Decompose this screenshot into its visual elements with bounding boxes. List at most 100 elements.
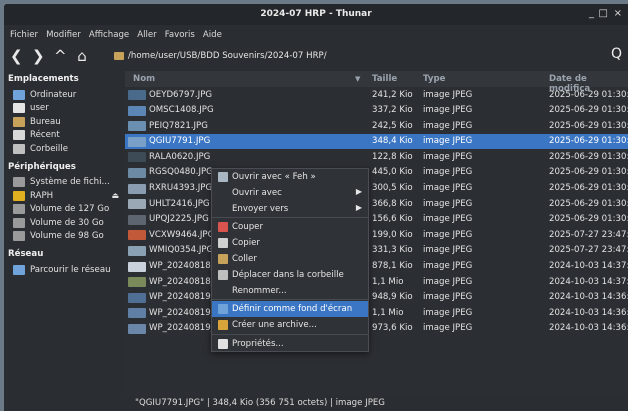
sort-chevron-icon[interactable]: ▼ xyxy=(355,75,360,83)
sidebar-section-title: Réseau xyxy=(8,249,44,259)
sidebar-item[interactable]: RAPH ⏏ xyxy=(4,189,123,203)
table-row[interactable]: RGSQ0480.JPG 445,0 Kio image JPEG 2025-06-2… xyxy=(125,165,628,181)
sidebar-item[interactable]: Volume de 127 Go xyxy=(4,203,123,217)
context-menu-item[interactable]: Couper xyxy=(212,219,368,235)
cell-name: WP_20240818_1 xyxy=(149,261,221,272)
back-button[interactable]: ❮ xyxy=(10,47,23,65)
context-menu-item[interactable]: Créer une archive... xyxy=(212,317,368,333)
cell-type: image JPEG xyxy=(423,105,473,116)
sidebar-item[interactable]: Volume de 98 Go xyxy=(4,230,123,244)
title-bar[interactable]: 2024-07 HRP - Thunar _ □ × xyxy=(4,4,628,25)
sidebar-item[interactable]: user xyxy=(4,102,123,116)
copy-icon xyxy=(218,238,228,249)
cell-type: image JPEG xyxy=(423,229,473,240)
context-menu-item[interactable]: Coller xyxy=(212,251,368,267)
sidebar-item[interactable]: Système de fichi... xyxy=(4,176,123,190)
table-row[interactable]: RXRU4393.JPG 300,5 Kio image JPEG 2025-06-2… xyxy=(125,181,628,197)
cell-type: image JPEG xyxy=(423,323,473,334)
sidebar-item-label: Système de fichi... xyxy=(30,177,110,188)
context-menu-item[interactable]: Ouvrir avec ▶ xyxy=(212,185,368,201)
menu-favoris[interactable]: Favoris xyxy=(165,30,195,40)
cell-date: 2025-06-29 01:30:0 xyxy=(549,120,628,131)
context-menu-item[interactable]: Ouvrir avec « Feh » xyxy=(212,169,368,185)
cell-type: image JPEG xyxy=(423,261,473,272)
table-row[interactable]: WP_20240819_0 948,9 Kio image JPEG 2024-10-… xyxy=(125,290,628,306)
table-row[interactable]: VCXW9464.JPG 199,0 Kio image JPEG 2025-07-2… xyxy=(125,227,628,243)
sidebar-section-title: Emplacements xyxy=(8,74,79,84)
context-menu-label: Définir comme fond d'écran xyxy=(232,304,353,315)
context-menu-item[interactable]: Renommer... xyxy=(212,283,368,299)
cell-size: 337,2 Kio xyxy=(372,105,413,116)
context-menu-label: Ouvrir avec « Feh » xyxy=(232,172,316,182)
table-row[interactable]: OEYD6797.JPG 241,2 Kio image JPEG 2025-06-2… xyxy=(125,87,628,103)
menu-aide[interactable]: Aide xyxy=(203,30,222,40)
table-row[interactable]: RALA0620.JPG 122,8 Kio image JPEG 2025-06-2… xyxy=(125,149,628,165)
cell-date: 2025-06-29 01:30:0 xyxy=(549,89,628,100)
context-menu-item[interactable]: Déplacer dans la corbeille xyxy=(212,267,368,283)
table-row[interactable]: OMSC1408.JPG 337,2 Kio image JPEG 2025-06-2… xyxy=(125,103,628,119)
table-row[interactable]: UPQJ2225.JPG 156,6 Kio image JPEG 2025-06-2… xyxy=(125,212,628,228)
context-menu-item[interactable]: Envoyer vers ▶ xyxy=(212,201,368,217)
column-size[interactable]: Taille xyxy=(372,74,397,84)
context-menu-item[interactable]: Copier xyxy=(212,235,368,251)
cell-type: image JPEG xyxy=(423,198,473,209)
eject-icon[interactable]: ⏏ xyxy=(111,191,119,200)
submenu-arrow-icon: ▶ xyxy=(355,202,362,212)
table-row[interactable]: WP_20240818_1 878,1 Kio image JPEG 2024-10-… xyxy=(125,259,628,275)
sidebar: Emplacements Ordinateur user Bureau Récent Co… xyxy=(4,71,123,411)
context-menu-label: Coller xyxy=(232,253,257,264)
cell-size: 300,5 Kio xyxy=(372,183,413,194)
table-row[interactable]: UHLT2416.JPG 366,8 Kio image JPEG 2025-06-2… xyxy=(125,196,628,212)
sidebar-section-title: Périphériques xyxy=(8,161,76,172)
menu-separator xyxy=(212,333,368,335)
image-thumbnail-icon xyxy=(128,121,146,132)
sidebar-item[interactable]: Ordinateur xyxy=(4,88,123,102)
image-thumbnail-icon xyxy=(128,183,146,194)
up-button[interactable]: ^ xyxy=(54,47,67,65)
image-thumbnail-icon xyxy=(128,167,146,178)
table-row[interactable]: WP_20240819_07_31_37_Pro.jpg1,1 Mioimage… xyxy=(125,305,628,321)
drive-icon xyxy=(13,231,25,242)
sidebar-item-label: Bureau xyxy=(30,116,61,127)
table-row[interactable]: QGIU7791.JPG 348,4 Kio image JPEG 2025-06-2… xyxy=(125,133,628,150)
menu-modifier[interactable]: Modifier xyxy=(46,30,81,40)
table-row[interactable]: WP_20240819_07_31_39_Pro.jpg973,6 Kioima… xyxy=(125,321,628,337)
cell-size: 973,6 Kio xyxy=(372,323,413,334)
location-bar[interactable]: /home/user/USB/BDD Souvenirs/2024-07 HRP… xyxy=(114,48,602,64)
context-menu-item[interactable]: Propriétés... xyxy=(212,336,368,352)
home-button[interactable]: ⌂ xyxy=(76,47,88,65)
cell-name: WP_20240819_0 xyxy=(149,292,221,303)
context-menu-label: Créer une archive... xyxy=(232,320,317,331)
minimize-button[interactable]: _ xyxy=(589,8,594,19)
sidebar-item[interactable]: Parcourir le réseau xyxy=(4,263,123,277)
table-row[interactable]: WP_20240818_2 1,1 Mio image JPEG 2024-10-03… xyxy=(125,274,628,290)
sidebar-item[interactable]: Corbeille xyxy=(4,142,123,156)
context-menu-item[interactable]: Définir comme fond d'écran xyxy=(212,301,368,318)
menu-fichier[interactable]: Fichier xyxy=(10,30,38,40)
cell-date: 2025-06-29 01:30:0 xyxy=(549,151,628,162)
sidebar-item[interactable]: Volume de 30 Go xyxy=(4,216,123,230)
search-icon[interactable]: Q xyxy=(611,46,622,62)
maximize-button[interactable]: □ xyxy=(599,8,608,19)
cell-name: OEYD6797.JPG xyxy=(149,89,213,100)
toolbar: ❮ ❯ ^ ⌂ /home/user/USB/BDD Souvenirs/202… xyxy=(4,45,628,67)
trash-icon xyxy=(13,143,25,154)
table-row[interactable]: WMIQ0354.JPG 331,3 Kio image JPEG 2025-07-2… xyxy=(125,243,628,259)
sidebar-item[interactable]: Récent xyxy=(4,129,123,143)
forward-button[interactable]: ❯ xyxy=(32,47,45,65)
cell-name: UPQJ2225.JPG xyxy=(149,214,209,225)
cell-size: 366,8 Kio xyxy=(372,198,413,209)
file-list: Nom ▼ Taille Type Date de modifica OEYD6… xyxy=(125,71,628,411)
cell-name: RXRU4393.JPG xyxy=(149,183,213,194)
column-name[interactable]: Nom xyxy=(133,74,155,84)
menu-affichage[interactable]: Affichage xyxy=(89,30,129,40)
cell-name: VCXW9464.JPG xyxy=(149,229,215,240)
sidebar-item[interactable]: Bureau xyxy=(4,115,123,129)
menu-aller[interactable]: Aller xyxy=(137,30,156,40)
column-type[interactable]: Type xyxy=(423,74,445,84)
close-button[interactable]: × xyxy=(614,8,622,19)
table-row[interactable]: PEIQ7821.JPG 242,5 Kio image JPEG 2025-06-2… xyxy=(125,118,628,134)
image-thumbnail-icon xyxy=(128,323,146,334)
cell-type: image JPEG xyxy=(423,89,473,100)
image-thumbnail-icon xyxy=(128,292,146,303)
